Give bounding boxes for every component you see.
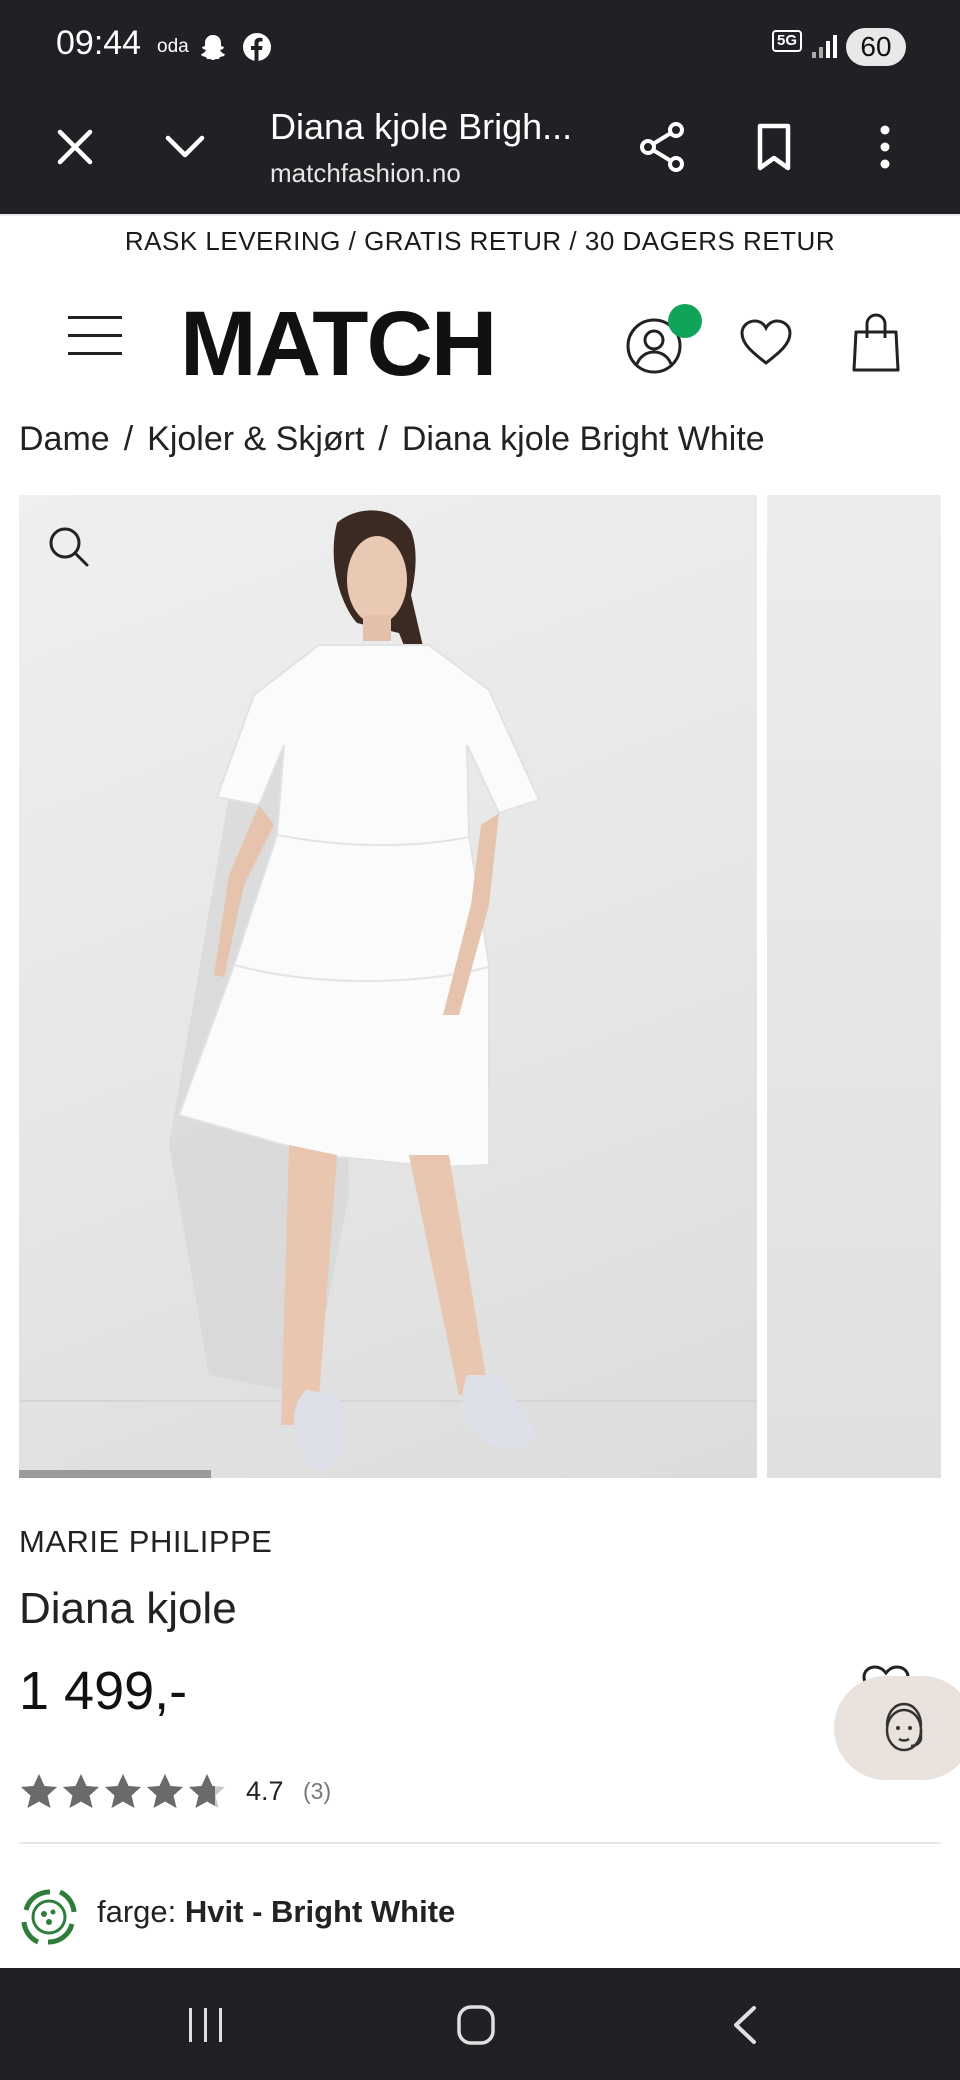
browser-url[interactable]: matchfashion.no: [270, 158, 461, 189]
system-navigation-bar: [0, 1968, 960, 2080]
header-divider: [0, 214, 960, 216]
product-image[interactable]: [19, 495, 757, 1478]
back-icon[interactable]: [730, 2004, 760, 2046]
breadcrumb-item-product: Diana kjole Bright White: [401, 420, 765, 458]
breadcrumb-item-category[interactable]: Kjoler & Skjørt: [147, 420, 364, 458]
support-agent-icon: [874, 1698, 934, 1758]
gallery-progress-bar: [19, 1470, 211, 1478]
breadcrumb-item-dame[interactable]: Dame: [19, 420, 110, 458]
star-icon: [105, 1774, 141, 1808]
customer-service-chat-button[interactable]: [834, 1676, 960, 1780]
color-value: Hvit - Bright White: [184, 1894, 456, 1929]
status-time: 09:44: [56, 24, 142, 62]
rating-stars[interactable]: [19, 1772, 229, 1812]
divider: [19, 1842, 941, 1844]
breadcrumb-separator: /: [123, 420, 134, 458]
next-product-image[interactable]: [767, 495, 941, 1478]
facebook-icon: [242, 32, 272, 67]
product-price: 1 499,-: [19, 1661, 188, 1721]
promo-banner: RASK LEVERING / GRATIS RETUR / 30 DAGERS…: [124, 226, 836, 256]
network-5g-icon: 5G: [772, 30, 803, 52]
product-name: Diana kjole: [19, 1584, 237, 1633]
bookmark-icon[interactable]: [752, 120, 796, 174]
star-icon: [63, 1774, 99, 1808]
breadcrumb: Dame / Kjoler & Skjørt / Diana kjole Bright …: [19, 420, 765, 459]
menu-icon[interactable]: [68, 316, 122, 356]
logged-in-indicator: [668, 304, 702, 338]
close-icon[interactable]: [52, 124, 98, 170]
star-icon: [147, 1774, 183, 1808]
browser-toolbar: Diana kjole Brigh... matchfashion.no: [0, 98, 960, 214]
model-photo: [169, 510, 541, 1470]
zoom-icon[interactable]: [47, 525, 91, 569]
more-options-icon[interactable]: [868, 120, 902, 174]
star-icon: [189, 1774, 225, 1808]
status-bar: 09:44 oda 5G 60: [0, 0, 960, 98]
signal-icon: [808, 32, 838, 67]
share-icon[interactable]: [638, 120, 688, 174]
star-icon: [21, 1774, 57, 1808]
browser-page-title: Diana kjole Brigh...: [270, 106, 573, 147]
battery-indicator: 60: [846, 28, 906, 66]
color-selector[interactable]: farge: Hvit - Bright White: [97, 1894, 455, 1930]
product-brand[interactable]: MARIE PHILIPPE: [19, 1524, 272, 1560]
site-logo[interactable]: MATCH: [180, 298, 497, 390]
home-icon[interactable]: [456, 2004, 496, 2046]
recent-apps-icon[interactable]: [186, 2006, 226, 2044]
oda-notification-icon: oda: [157, 36, 189, 57]
rating-value: 4.7: [246, 1776, 284, 1806]
sustainability-badge-icon: [16, 1884, 82, 1950]
color-label: farge:: [97, 1894, 177, 1929]
shopping-bag-icon[interactable]: [852, 312, 900, 374]
chevron-down-icon[interactable]: [162, 124, 208, 170]
snapchat-icon: [198, 32, 228, 67]
rating-count[interactable]: (3): [303, 1778, 331, 1805]
heart-icon[interactable]: [738, 318, 794, 368]
breadcrumb-separator: /: [378, 420, 388, 458]
